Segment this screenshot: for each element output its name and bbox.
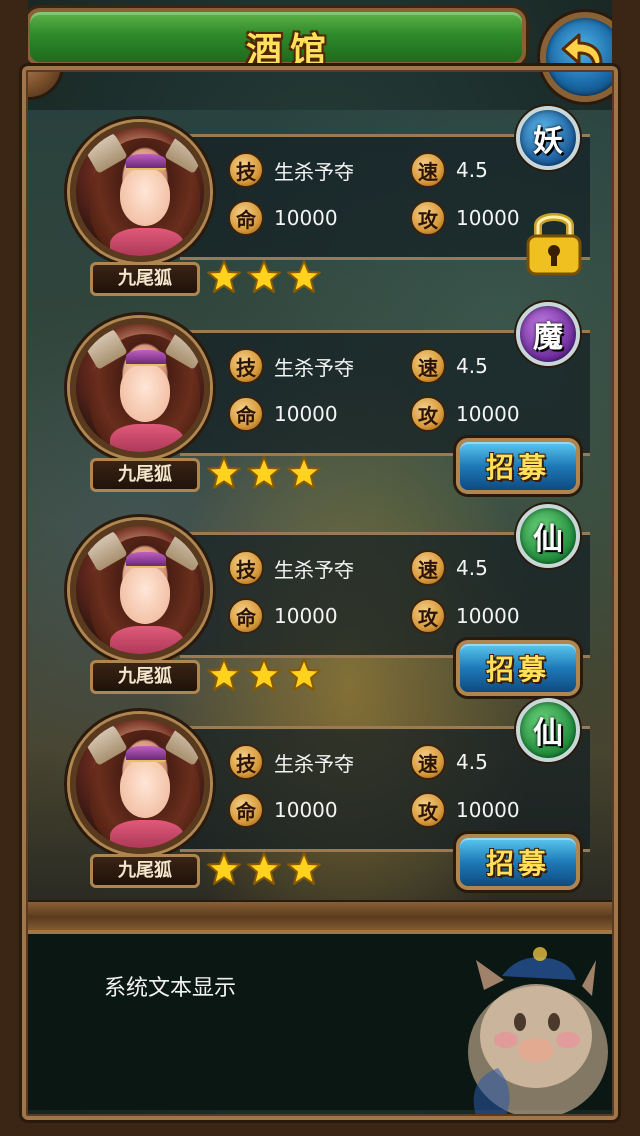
star-icon: [287, 260, 321, 293]
page-title: 酒馆: [245, 30, 334, 72]
faction-badge: 仙: [516, 698, 580, 762]
hero-portrait[interactable]: [70, 122, 210, 262]
skill-value: 生杀予夺: [274, 751, 354, 776]
attack-value: 10000: [456, 798, 520, 822]
speed-stat: 速 4.5: [410, 346, 488, 386]
hero-portrait[interactable]: [70, 318, 210, 458]
skill-stat: 技 生杀予夺: [228, 742, 354, 782]
faction-badge: 妖: [516, 106, 580, 170]
attack-badge: 攻: [410, 598, 446, 634]
attack-value: 10000: [456, 206, 520, 230]
hero-card: 九尾狐 技 生杀予夺 速 4.5 命 10000 攻 10000 仙 招募: [70, 504, 590, 710]
skill-badge: 技: [228, 152, 264, 188]
recruit-button[interactable]: 招募: [456, 640, 580, 696]
recruit-button[interactable]: 招募: [456, 438, 580, 494]
pig-mascot-icon: [468, 947, 608, 1116]
skill-badge: 技: [228, 550, 264, 586]
hp-badge: 命: [228, 792, 264, 828]
star-rating: [206, 259, 322, 299]
star-icon: [247, 456, 281, 489]
attack-badge: 攻: [410, 200, 446, 236]
skill-badge: 技: [228, 348, 264, 384]
hp-badge: 命: [228, 598, 264, 634]
hero-portrait[interactable]: [70, 520, 210, 660]
hero-name: 九尾狐: [90, 262, 200, 296]
hero-name: 九尾狐: [90, 660, 200, 694]
star-icon: [287, 658, 321, 691]
star-rating: [206, 851, 322, 891]
speed-badge: 速: [410, 348, 446, 384]
hero-card: 九尾狐 技 生杀予夺 速 4.5 命 10000 攻 10000 妖: [70, 106, 590, 312]
speed-value: 4.5: [456, 354, 488, 378]
hero-card: 九尾狐 技 生杀予夺 速 4.5 命 10000 攻 10000 仙 招募: [70, 698, 590, 904]
hero-portrait[interactable]: [70, 714, 210, 854]
skill-stat: 技 生杀予夺: [228, 346, 354, 386]
star-icon: [287, 852, 321, 885]
speed-value: 4.5: [456, 750, 488, 774]
skill-stat: 技 生杀予夺: [228, 150, 354, 190]
hp-stat: 命 10000: [228, 394, 338, 434]
hp-stat: 命 10000: [228, 198, 338, 238]
hp-value: 10000: [274, 206, 338, 230]
tavern-screen: 酒馆 九尾狐 技 生杀予夺 速 4.5 命 10000 攻 10000 妖 九尾…: [0, 0, 640, 1136]
recruit-button[interactable]: 招募: [456, 834, 580, 890]
hp-value: 10000: [274, 402, 338, 426]
star-icon: [207, 852, 241, 885]
attack-stat: 攻 10000: [410, 394, 520, 434]
speed-value: 4.5: [456, 158, 488, 182]
attack-badge: 攻: [410, 792, 446, 828]
speed-stat: 速 4.5: [410, 548, 488, 588]
skill-stat: 技 生杀予夺: [228, 548, 354, 588]
star-rating: [206, 455, 322, 495]
attack-stat: 攻 10000: [410, 596, 520, 636]
hero-name: 九尾狐: [90, 854, 200, 888]
speed-badge: 速: [410, 744, 446, 780]
hp-value: 10000: [274, 798, 338, 822]
skill-badge: 技: [228, 744, 264, 780]
faction-badge: 仙: [516, 504, 580, 568]
speed-stat: 速 4.5: [410, 742, 488, 782]
divider-ornament: [20, 900, 620, 934]
attack-badge: 攻: [410, 396, 446, 432]
hp-value: 10000: [274, 604, 338, 628]
lock-icon[interactable]: [522, 204, 586, 278]
back-button[interactable]: [540, 12, 630, 102]
attack-value: 10000: [456, 604, 520, 628]
star-icon: [207, 456, 241, 489]
hero-name: 九尾狐: [90, 458, 200, 492]
title-bar: 酒馆: [26, 8, 526, 72]
star-rating: [206, 657, 322, 697]
attack-value: 10000: [456, 402, 520, 426]
star-icon: [247, 260, 281, 293]
star-icon: [207, 260, 241, 293]
speed-badge: 速: [410, 550, 446, 586]
speed-badge: 速: [410, 152, 446, 188]
hp-stat: 命 10000: [228, 596, 338, 636]
skill-value: 生杀予夺: [274, 557, 354, 582]
star-icon: [287, 456, 321, 489]
speed-value: 4.5: [456, 556, 488, 580]
hero-card: 九尾狐 技 生杀予夺 速 4.5 命 10000 攻 10000 魔 招募: [70, 302, 590, 508]
skill-value: 生杀予夺: [274, 355, 354, 380]
star-icon: [207, 658, 241, 691]
attack-stat: 攻 10000: [410, 198, 520, 238]
speed-stat: 速 4.5: [410, 150, 488, 190]
faction-badge: 魔: [516, 302, 580, 366]
back-arrow-icon: [561, 33, 603, 69]
hp-stat: 命 10000: [228, 790, 338, 830]
star-icon: [247, 658, 281, 691]
hp-badge: 命: [228, 396, 264, 432]
star-icon: [247, 852, 281, 885]
skill-value: 生杀予夺: [274, 159, 354, 184]
attack-stat: 攻 10000: [410, 790, 520, 830]
hp-badge: 命: [228, 200, 264, 236]
system-message: 系统文本显示: [104, 976, 237, 1001]
